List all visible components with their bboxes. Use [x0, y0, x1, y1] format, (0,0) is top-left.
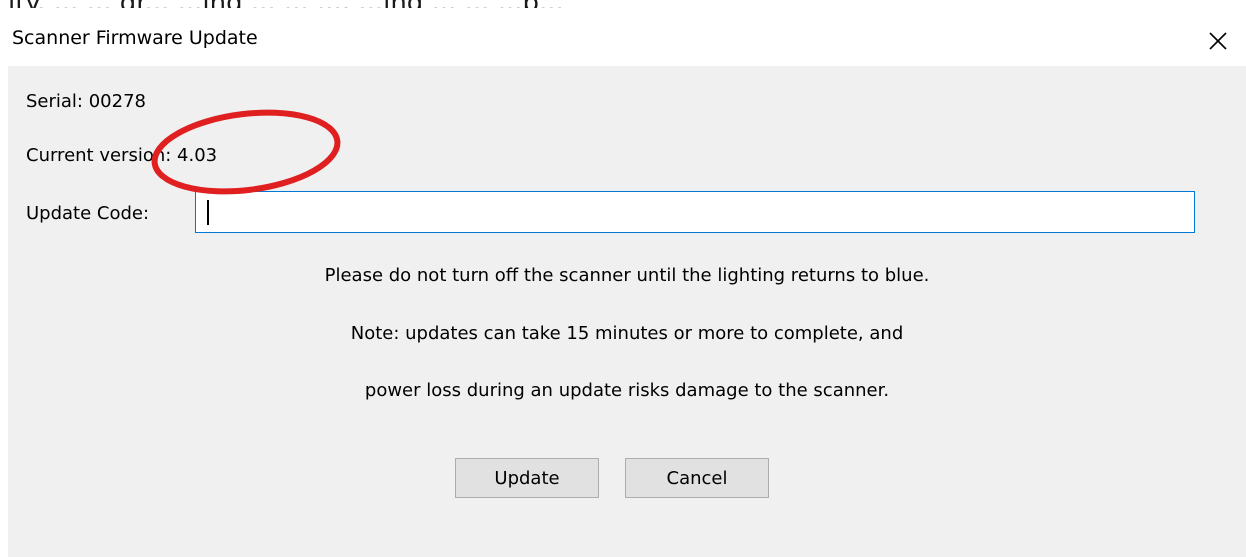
background-window-text: ity. ... ... dr... ...ing ... ... ..., .…: [0, 0, 1246, 8]
current-version-label: Current version: 4.03: [26, 145, 218, 166]
screenshot: ity. ... ... dr... ...ing ... ... ..., .…: [0, 0, 1246, 557]
update-code-input[interactable]: [195, 191, 1195, 233]
firmware-update-dialog: Scanner Firmware Update Serial: 00278 Cu…: [0, 16, 1246, 557]
note-message-line-2: power loss during an update risks damage…: [364, 380, 890, 401]
update-button[interactable]: Update: [455, 458, 599, 498]
text-caret: [207, 200, 209, 225]
dialog-content: Serial: 00278 Current version: 4.03 Upda…: [8, 66, 1246, 557]
close-button[interactable]: [1198, 22, 1238, 60]
note-message-line-1: Note: updates can take 15 minutes or mor…: [350, 323, 904, 344]
dialog-title: Scanner Firmware Update: [12, 27, 258, 49]
serial-label: Serial: 00278: [26, 91, 146, 112]
close-icon: [1209, 32, 1227, 50]
cancel-button[interactable]: Cancel: [625, 458, 769, 498]
title-bar[interactable]: Scanner Firmware Update: [0, 16, 1246, 66]
warning-message: Please do not turn off the scanner until…: [324, 265, 930, 286]
update-code-label: Update Code:: [26, 203, 150, 224]
